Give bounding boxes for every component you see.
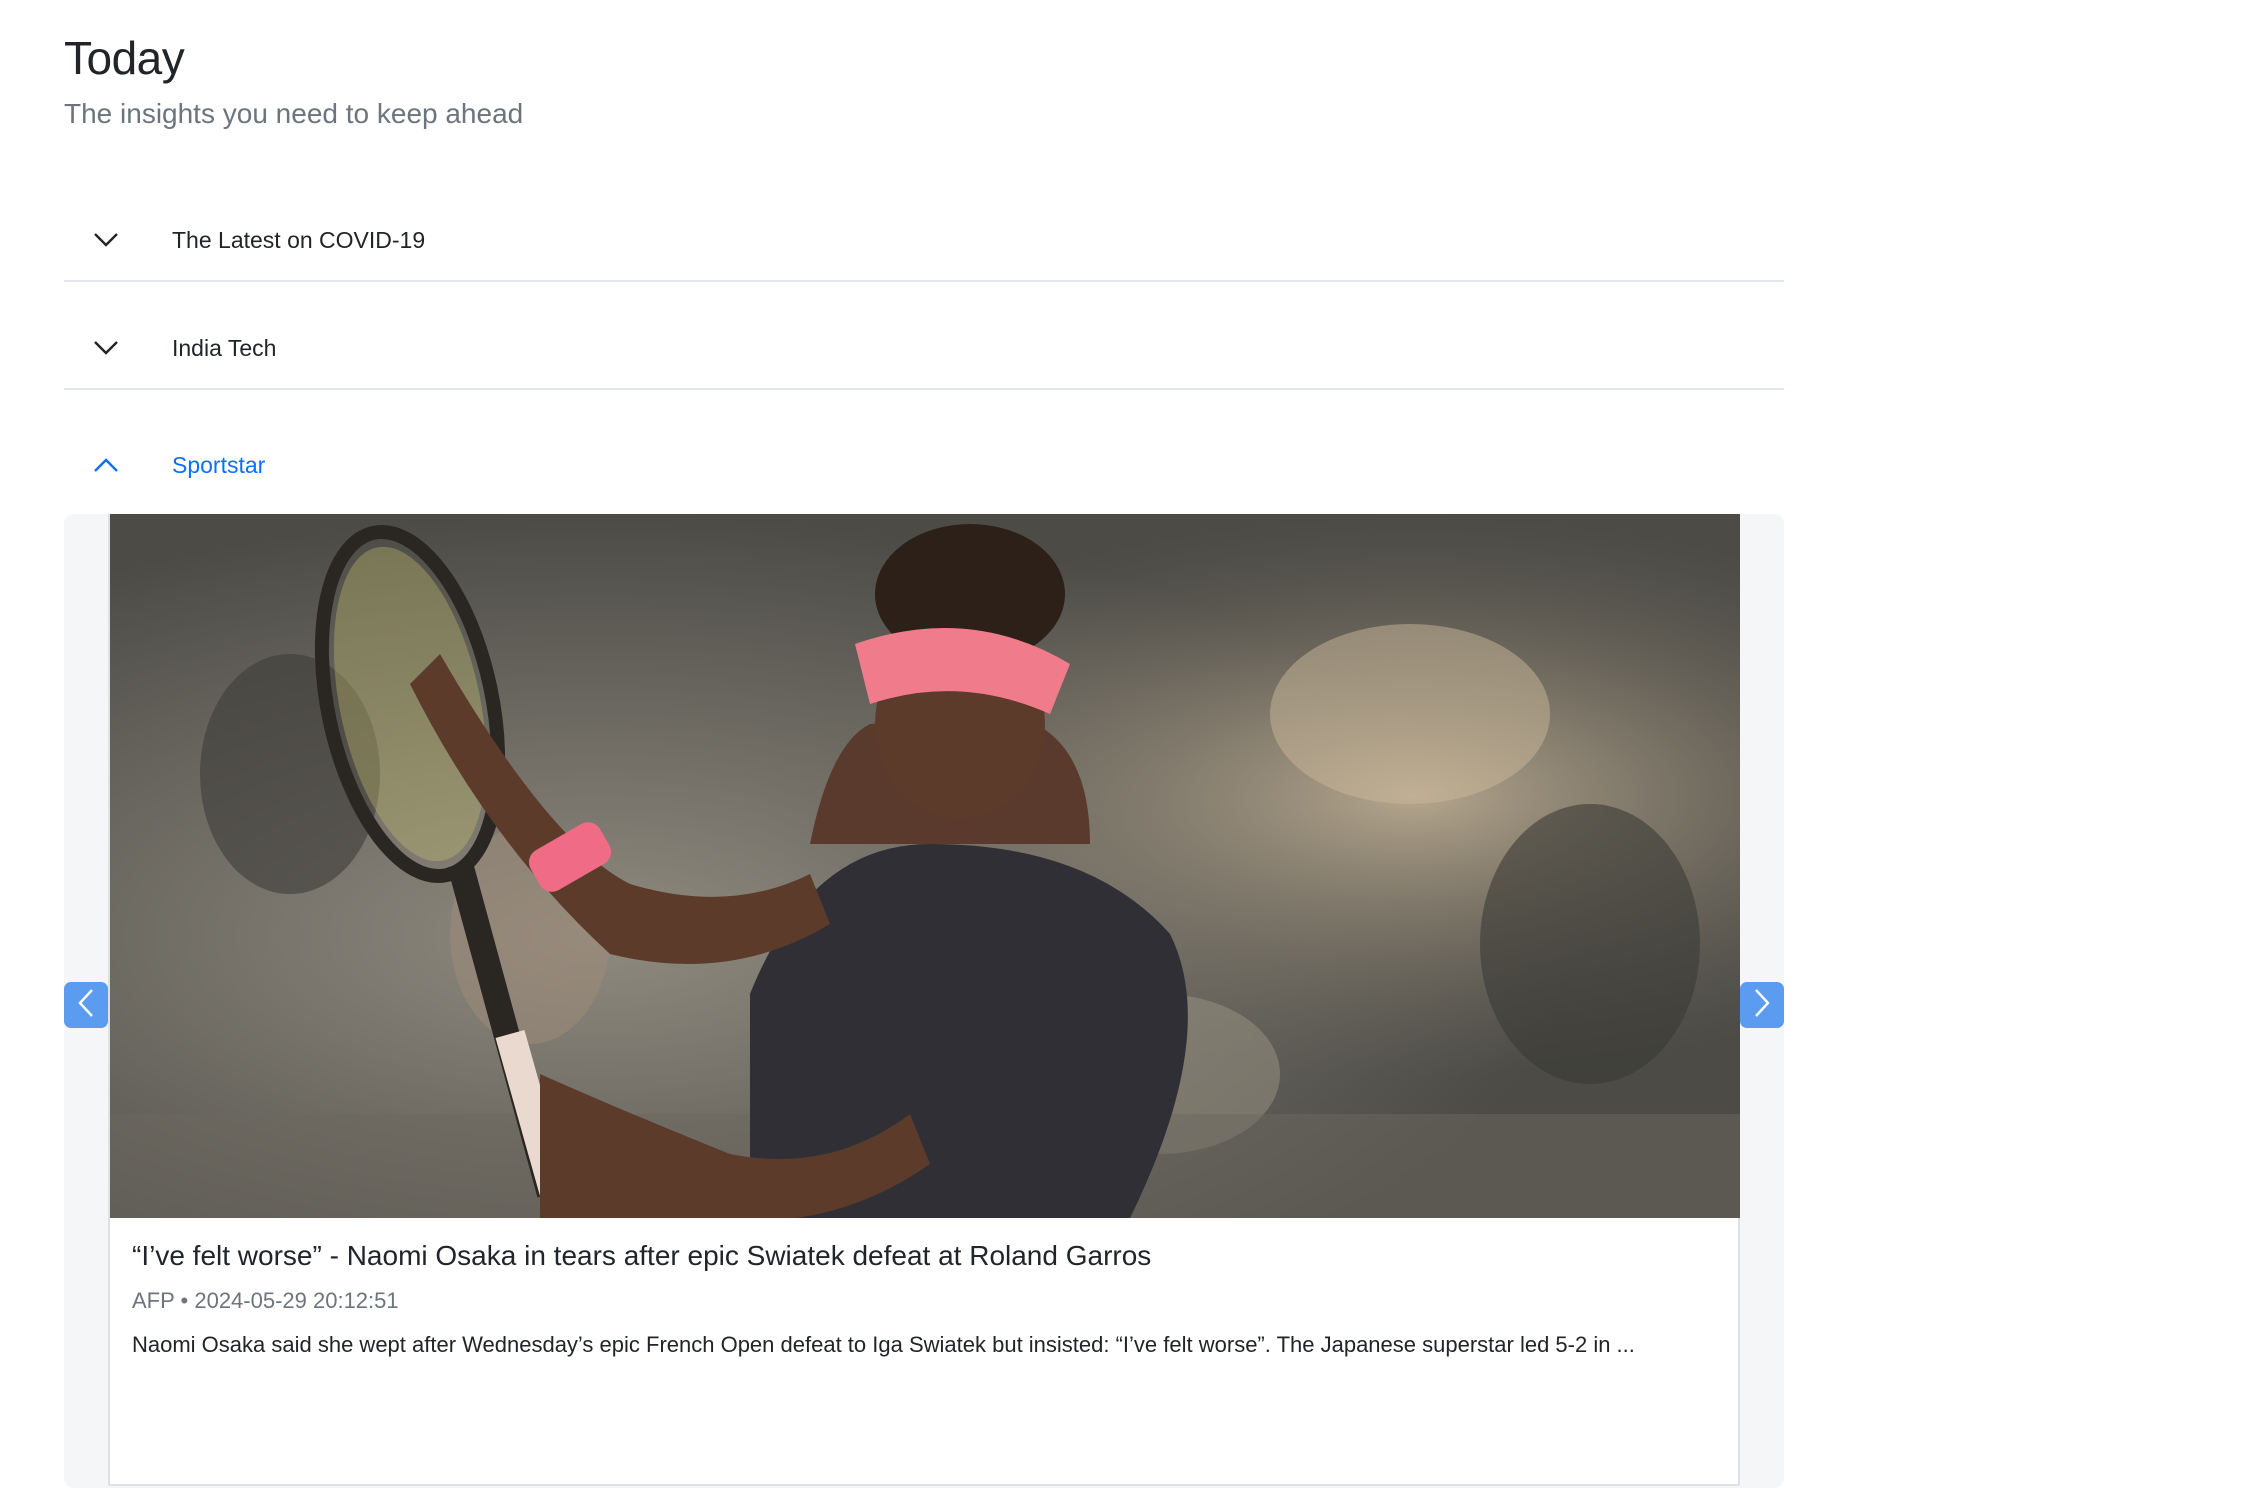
news-accordion: The Latest on COVID-19 India Tech Sports…: [64, 200, 1784, 1488]
chevron-right-icon: [1753, 988, 1771, 1023]
chevron-down-icon: [92, 226, 120, 254]
article-title[interactable]: “I’ve felt worse” - Naomi Osaka in tears…: [132, 1238, 1716, 1274]
accordion-header-india-tech[interactable]: India Tech: [64, 308, 1784, 390]
accordion-header-sportstar[interactable]: Sportstar: [64, 416, 1784, 514]
accordion-item-india-tech: India Tech: [64, 308, 1784, 390]
chevron-down-icon: [92, 334, 120, 362]
accordion-label: Sportstar: [172, 451, 266, 478]
page-subtitle: The insights you need to keep ahead: [64, 98, 524, 129]
chevron-up-icon: [92, 451, 120, 479]
meta-separator: •: [180, 1288, 189, 1313]
chevron-left-icon: [77, 988, 95, 1023]
carousel-next-button[interactable]: [1740, 982, 1784, 1028]
article-image: [110, 514, 1740, 1218]
news-card[interactable]: “I’ve felt worse” - Naomi Osaka in tears…: [108, 514, 1740, 1486]
article-body: “I’ve felt worse” - Naomi Osaka in tears…: [110, 1218, 1738, 1380]
article-description: Naomi Osaka said she wept after Wednesda…: [132, 1332, 1635, 1357]
accordion-item-covid: The Latest on COVID-19: [64, 200, 1784, 282]
article-source: AFP: [132, 1288, 175, 1313]
page-header: Today The insights you need to keep ahea…: [64, 30, 523, 132]
carousel-prev-button[interactable]: [64, 982, 108, 1028]
accordion-header-covid[interactable]: The Latest on COVID-19: [64, 200, 1784, 282]
accordion-label: The Latest on COVID-19: [172, 226, 426, 253]
article-timestamp: 2024-05-29 20:12:51: [194, 1288, 399, 1313]
accordion-item-sportstar: Sportstar “I’ve felt worse” - Naomi Osak…: [64, 416, 1784, 1488]
article-meta: AFP • 2024-05-29 20:12:51: [132, 1286, 1716, 1316]
news-carousel: “I’ve felt worse” - Naomi Osaka in tears…: [64, 514, 1784, 1488]
accordion-label: India Tech: [172, 334, 277, 361]
page-title: Today: [64, 32, 185, 84]
page: Today The insights you need to keep ahea…: [0, 0, 2260, 1492]
